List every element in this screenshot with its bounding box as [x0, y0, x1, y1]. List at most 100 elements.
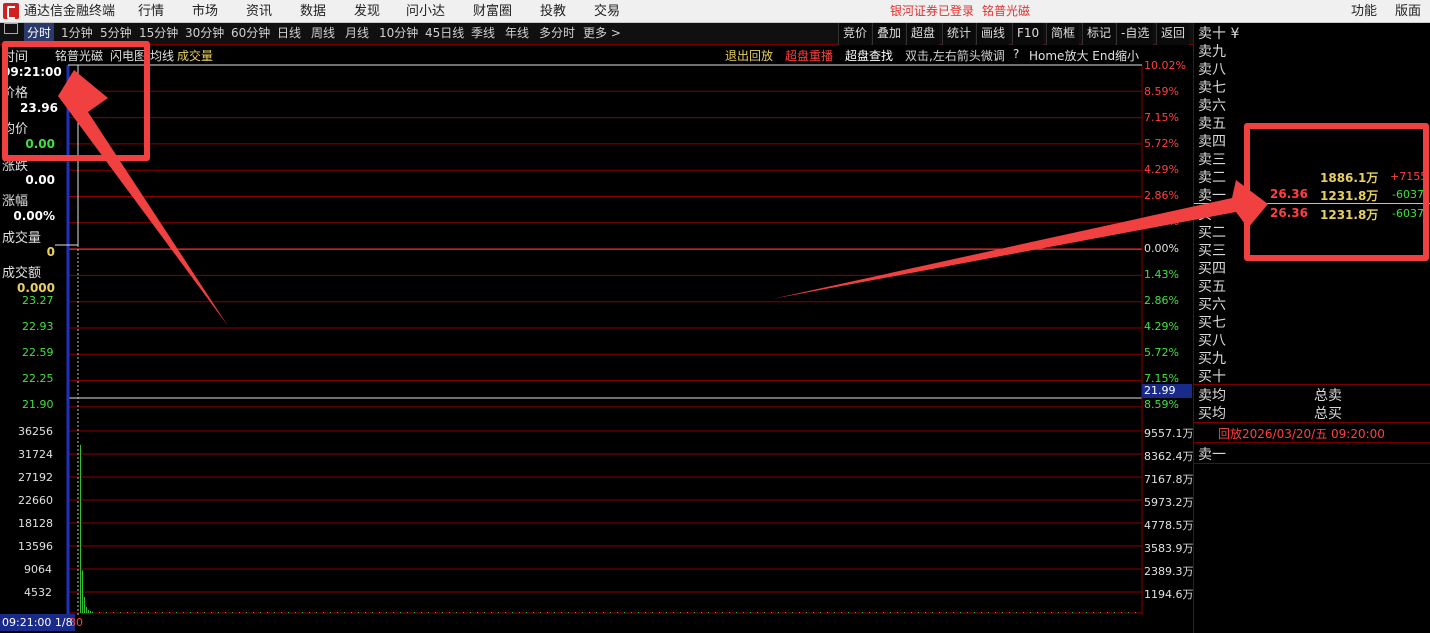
draw-button[interactable]: 画线 [976, 23, 1010, 45]
login-status[interactable]: 银河证券已登录 [890, 0, 974, 23]
layout-menu[interactable]: 版面 [1395, 0, 1421, 23]
sell9-label: 卖九 [1198, 44, 1226, 60]
tab-weekly[interactable]: 周线 [311, 23, 335, 44]
volume-tick-mark [232, 612, 233, 613]
volume-tick-mark [757, 612, 758, 613]
super-button[interactable]: 超盘 [906, 23, 940, 45]
vol-tick-7: 9064 [24, 563, 52, 576]
tab-daily[interactable]: 日线 [277, 23, 301, 44]
volume-tick-mark [253, 612, 254, 613]
pct-label: 涨幅 [2, 194, 29, 209]
volume-tick-mark [932, 612, 933, 613]
menu-item-market[interactable]: 行情 [138, 0, 164, 23]
menu-item-data[interactable]: 数据 [300, 0, 326, 23]
menu-item-wealth[interactable]: 财富圈 [473, 0, 512, 23]
auction-button[interactable]: 竞价 [838, 23, 872, 45]
menu-item-ask[interactable]: 问小达 [406, 0, 445, 23]
volume-tick-mark [134, 612, 135, 613]
volume-tick-mark [267, 612, 268, 613]
volume-tick-mark [652, 612, 653, 613]
volume-tick-mark [708, 612, 709, 613]
volume-tick-mark [491, 612, 492, 613]
menu-item-education[interactable]: 投教 [540, 0, 566, 23]
volume-tick-mark [246, 612, 247, 613]
volume-tick-mark [1107, 612, 1108, 613]
volume-tick-mark [169, 612, 170, 613]
volume-tick-mark [484, 612, 485, 613]
super-replay-button[interactable]: 超盘重播 [785, 47, 833, 64]
tab-60min[interactable]: 60分钟 [231, 23, 270, 44]
tab-30min[interactable]: 30分钟 [185, 23, 224, 44]
buy8-label: 买八 [1198, 333, 1226, 349]
volume-tick-mark [1030, 612, 1031, 613]
vol-tick-8: 4532 [24, 586, 52, 599]
volume-tick-mark [939, 612, 940, 613]
volume-tick-mark [365, 612, 366, 613]
buy10-label: 买十 [1198, 369, 1226, 385]
sell3-label: 卖三 [1198, 152, 1226, 168]
volume-tick-mark [302, 612, 303, 613]
stats-button[interactable]: 统计 [942, 23, 976, 45]
watchlist-button[interactable]: -自选 [1116, 23, 1154, 45]
pct-tick-6: 2.86% [1144, 189, 1179, 202]
menu-item-discover[interactable]: 发现 [354, 0, 380, 23]
volume-tick-mark [722, 612, 723, 613]
volume-tick-mark [974, 612, 975, 613]
menu-item-trade[interactable]: 交易 [594, 0, 620, 23]
volume-tick-mark [967, 612, 968, 613]
menu-item-news[interactable]: 资讯 [246, 0, 272, 23]
volume-tick-mark [183, 612, 184, 613]
volume-tick-mark [1093, 612, 1094, 613]
volume-tick-mark [596, 612, 597, 613]
highlight-box-info [2, 41, 150, 161]
panel-toggle-icon[interactable] [4, 23, 18, 34]
summary-divider [1194, 384, 1430, 385]
back-button[interactable]: 返回 [1156, 23, 1190, 45]
volume-tick-mark [1051, 612, 1052, 613]
volume-tick-mark [834, 612, 835, 613]
tab-10min[interactable]: 10分钟 [379, 23, 418, 44]
volume-tick-mark [729, 612, 730, 613]
menu-item-markets[interactable]: 市场 [192, 0, 218, 23]
amount-label: 成交额 [2, 266, 42, 281]
volume-tick-mark [610, 612, 611, 613]
function-menu[interactable]: 功能 [1351, 0, 1377, 23]
tab-yearly[interactable]: 年线 [505, 23, 529, 44]
volume-tick-mark [92, 612, 93, 613]
volume-tick-mark [1128, 612, 1129, 613]
sell6-label: 卖六 [1198, 98, 1226, 114]
volume-tick-mark [351, 612, 352, 613]
tab-monthly[interactable]: 月线 [345, 23, 369, 44]
amt-tick-5: 4778.5万 [1144, 519, 1194, 532]
volume-tick-mark [225, 612, 226, 613]
simple-frame-button[interactable]: 简框 [1046, 23, 1080, 45]
volume-tick-mark [806, 612, 807, 613]
exit-replay-button[interactable]: 退出回放 [725, 47, 773, 64]
volume-tick-mark [715, 612, 716, 613]
help-icon[interactable]: ? [1013, 47, 1019, 61]
tab-multi-timeshare[interactable]: 多分时 [539, 23, 575, 44]
tab-quarterly[interactable]: 季线 [471, 23, 495, 44]
buy1-label: 买一 [1198, 207, 1226, 223]
legend-volume: 成交量 [177, 49, 214, 63]
volume-tick-mark [1058, 612, 1059, 613]
volume-tick-mark [414, 612, 415, 613]
change-value: 0.00 [25, 173, 55, 187]
overlay-button[interactable]: 叠加 [872, 23, 906, 45]
sell10-label: 卖十 ¥ [1198, 26, 1240, 42]
mark-button[interactable]: 标记 [1082, 23, 1116, 45]
volume-tick-mark [911, 612, 912, 613]
super-find-button[interactable]: 超盘查找 [845, 47, 893, 64]
volume-tick-mark [316, 612, 317, 613]
tab-more[interactable]: 更多 > [583, 23, 621, 44]
pct-tick-10: 2.86% [1144, 294, 1179, 307]
amt-tick-4: 5973.2万 [1144, 496, 1194, 509]
volume-tick-mark [764, 612, 765, 613]
volume-tick-mark [358, 612, 359, 613]
tab-45day[interactable]: 45日线 [425, 23, 464, 44]
volume-tick-mark [680, 612, 681, 613]
intraday-chart[interactable] [0, 45, 1193, 633]
f10-button[interactable]: F10 [1012, 23, 1044, 45]
volume-tick-mark [148, 612, 149, 613]
volume-tick-mark [393, 612, 394, 613]
